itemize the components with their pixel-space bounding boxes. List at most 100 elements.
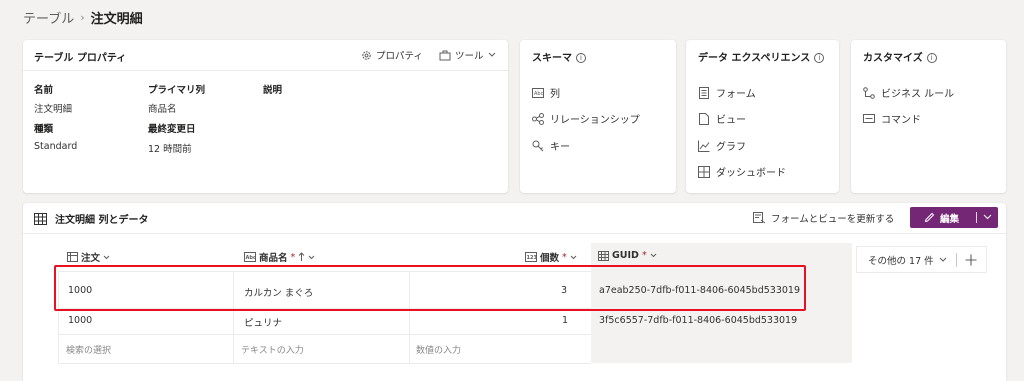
more-columns-button[interactable]: その他の 17 件: [857, 253, 947, 267]
info-icon[interactable]: i: [814, 53, 825, 63]
dashboard-icon: [698, 165, 710, 178]
text-column-icon: Abc: [244, 252, 256, 262]
info-icon[interactable]: i: [926, 53, 937, 63]
breadcrumb-parent[interactable]: テーブル: [23, 8, 74, 27]
cell-order[interactable]: 1000: [68, 315, 92, 326]
cell-product-name[interactable]: ピュリナ: [244, 315, 282, 329]
table-properties-card: テーブル プロパティ プロパティ ツール 名前 プライマリ列 説明 注文明細 商…: [23, 40, 508, 193]
highlight-box: [54, 265, 806, 311]
primary-column-label: プライマリ列: [148, 85, 206, 96]
customize-item-business-rules[interactable]: ビジネス ルール: [863, 85, 954, 100]
required-mark: *: [562, 251, 567, 263]
type-label: 種類: [34, 124, 54, 135]
experience-item-label: グラフ: [716, 142, 746, 153]
experience-item-dashboards[interactable]: ダッシュボード: [698, 164, 786, 179]
customize-item-label: コマンド: [881, 115, 921, 126]
type-value: Standard: [34, 141, 78, 152]
required-mark: *: [290, 251, 296, 263]
properties-divider: [23, 70, 508, 71]
column-header-order[interactable]: 注文: [67, 250, 110, 264]
column-header-label: 注文: [81, 253, 101, 264]
cell-quantity[interactable]: 1: [562, 315, 568, 326]
schema-item-keys[interactable]: キー: [532, 138, 570, 153]
experience-title-text: データ エクスペリエンス: [698, 53, 811, 64]
edit-button-label: 編集: [940, 213, 960, 225]
update-forms-views-button[interactable]: フォームとビューを更新する: [753, 211, 894, 225]
edit-button[interactable]: 編集: [910, 207, 998, 228]
tools-button[interactable]: ツール: [439, 48, 496, 62]
chevron-down-icon: [103, 255, 110, 259]
chevron-down-icon[interactable]: [983, 214, 992, 220]
number-input-placeholder[interactable]: 数値の入力: [416, 343, 461, 356]
customize-item-label: ビジネス ルール: [881, 89, 955, 100]
experience-item-label: ダッシュボード: [716, 168, 786, 179]
chevron-down-icon: [650, 253, 657, 258]
toolbox-icon: [439, 50, 451, 60]
experience-item-forms[interactable]: フォーム: [698, 85, 756, 100]
schema-item-relationships[interactable]: リレーションシップ: [532, 111, 640, 126]
chevron-down-icon: [308, 255, 315, 259]
schema-card: スキーマ i Abc 列 リレーションシップ キー: [520, 40, 676, 193]
more-columns-label: その他の 17 件: [868, 255, 934, 267]
column-header-label: 商品名: [259, 253, 288, 264]
form-icon: [698, 86, 710, 99]
form-update-icon: [753, 212, 766, 224]
row-divider: [58, 334, 591, 335]
schema-item-columns[interactable]: Abc 列: [532, 85, 560, 100]
column-header-quantity[interactable]: 123 個数 *: [525, 250, 577, 264]
experience-item-label: フォーム: [716, 89, 756, 100]
view-icon: [698, 112, 710, 125]
command-icon: [863, 113, 875, 125]
properties-card-title: テーブル プロパティ: [34, 53, 127, 64]
page-title: 注文明細: [90, 12, 143, 27]
customize-item-commands[interactable]: コマンド: [863, 111, 921, 126]
tools-button-label: ツール: [455, 51, 484, 62]
number-column-icon: 123: [525, 252, 537, 262]
description-label: 説明: [263, 85, 283, 96]
column-icon: Abc: [532, 87, 544, 99]
data-section-title: 注文明細 列とデータ: [55, 215, 149, 226]
row-divider: [58, 363, 591, 364]
column-header-label: GUID: [612, 250, 639, 261]
chevron-down-icon: [570, 255, 577, 259]
chart-icon: [698, 140, 710, 152]
experience-item-charts[interactable]: グラフ: [698, 138, 746, 153]
cell-guid[interactable]: 3f5c6557-7dfb-f011-8406-6045bd533019: [599, 315, 797, 326]
schema-item-label: キー: [550, 142, 570, 153]
column-header-guid[interactable]: GUID *: [598, 250, 657, 261]
experience-item-label: ビュー: [716, 115, 746, 126]
schema-item-label: 列: [550, 89, 560, 100]
svg-text:123: 123: [527, 255, 538, 261]
breadcrumb-separator: ›: [80, 11, 85, 24]
name-label: 名前: [34, 85, 54, 96]
properties-button[interactable]: プロパティ: [361, 48, 423, 62]
experience-item-views[interactable]: ビュー: [698, 111, 746, 126]
text-input-placeholder[interactable]: テキストの入力: [241, 343, 304, 356]
customize-card: カスタマイズ i ビジネス ルール コマンド: [851, 40, 1006, 193]
schema-title-text: スキーマ: [532, 53, 572, 64]
business-rule-icon: [863, 86, 875, 99]
gear-icon: [362, 50, 371, 60]
customize-title-text: カスタマイズ: [863, 53, 923, 64]
lookup-icon: [67, 252, 78, 262]
customize-card-title: カスタマイズ i: [863, 49, 937, 64]
add-column-icon[interactable]: [965, 254, 977, 266]
schema-card-title: スキーマ i: [532, 49, 586, 64]
data-section-header: 注文明細 列とデータ: [34, 211, 148, 226]
data-section-divider: [23, 233, 1006, 234]
breadcrumb: テーブル › 注文明細: [23, 8, 143, 27]
sort-ascending-icon: [298, 252, 305, 261]
experience-card-title: データ エクスペリエンス i: [698, 49, 825, 64]
lookup-placeholder[interactable]: 検索の選択: [66, 343, 111, 356]
modified-value: 12 時間前: [148, 144, 192, 155]
key-icon: [532, 140, 544, 152]
edit-split-divider: [976, 212, 977, 223]
table-icon: [34, 212, 47, 225]
modified-label: 最終変更日: [148, 124, 196, 135]
guid-column-icon: [598, 250, 609, 261]
primary-column-value: 商品名: [148, 104, 177, 115]
info-icon[interactable]: i: [576, 53, 586, 63]
more-columns-divider: [956, 253, 957, 267]
svg-text:Abc: Abc: [534, 91, 544, 97]
column-header-product-name[interactable]: Abc 商品名 *: [244, 250, 315, 264]
